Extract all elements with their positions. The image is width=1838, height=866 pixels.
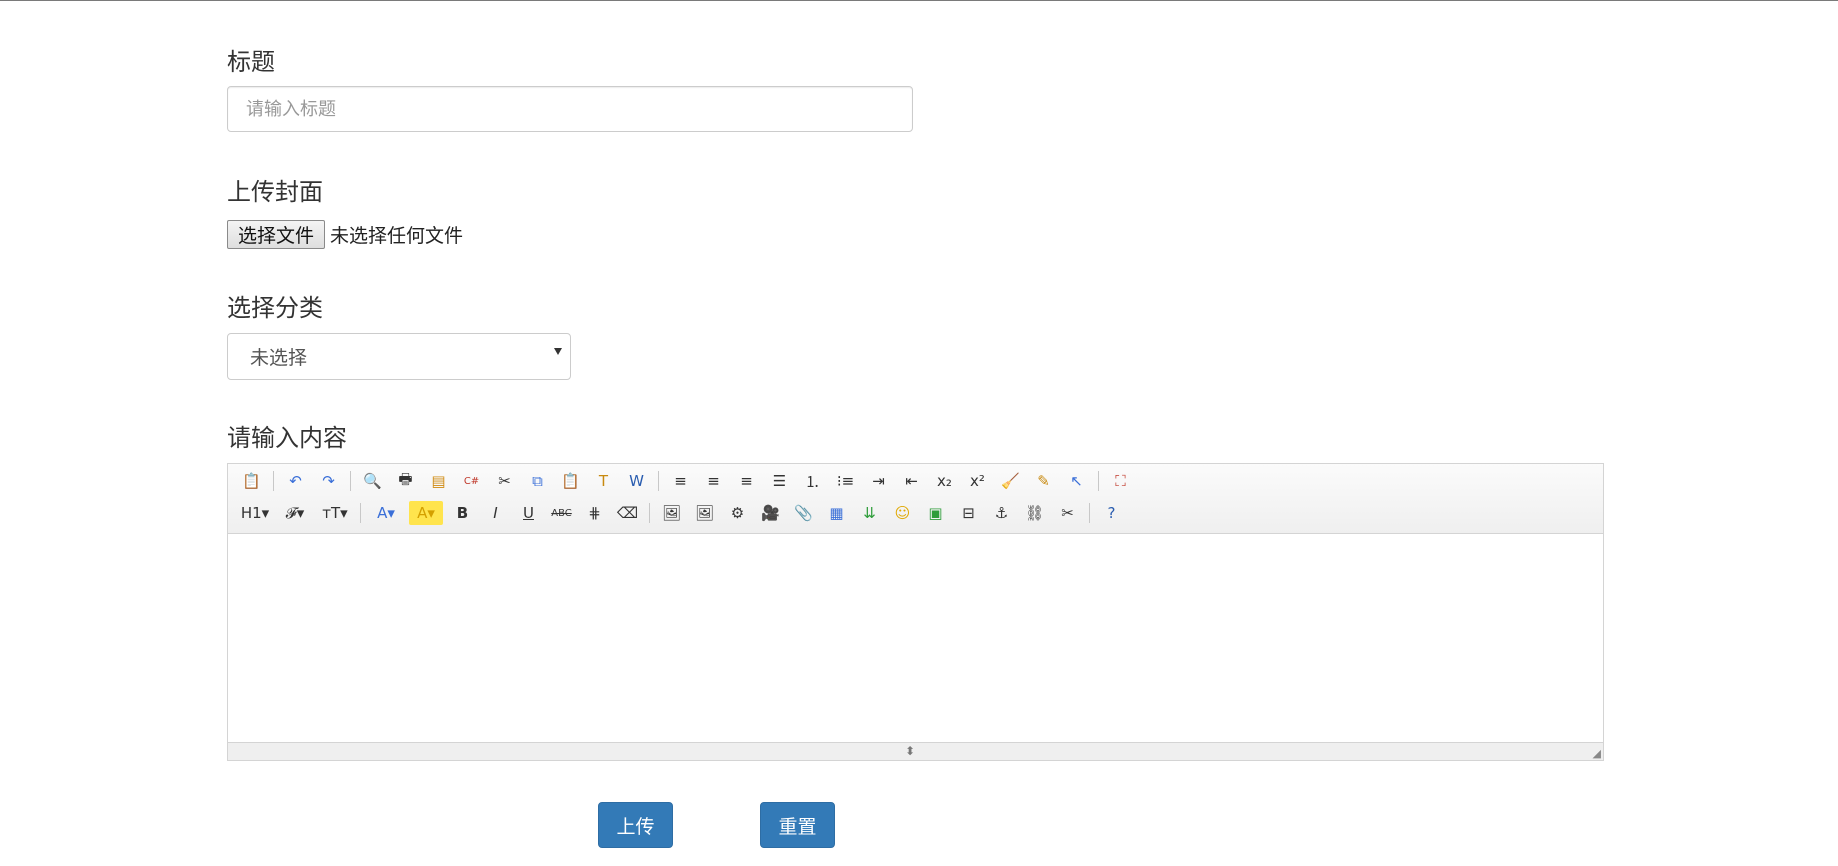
toolbar-row-2: H1▾ 𝓕▾ тT▾ A▾ A▾ B I U ABC ⋕ ⌫ 🖼 🖼 ⚙ 🎥 📎 ▦ ⇊ ☺ ▣ ⊟ ⚓ ⛓ ✂? <box>238 500 1131 526</box>
editor-toolbar: 📋 ↶ ↷ 🔍 🖶 ▤ C# ✂ ⧉ 📋 T W ≡ ≡ ≡ ☰ ⒈ ⁝≡ ⇥ ⇤ x₂ x² 🧹 ✎ ↖ ⛶ H1▾ 𝓕▾ тT▾ A… <box>228 464 1603 534</box>
eraser-icon[interactable]: ⌫ <box>614 501 641 525</box>
source-icon[interactable]: 📋 <box>238 469 265 493</box>
bold-icon[interactable]: B <box>449 501 476 525</box>
title-input[interactable] <box>227 86 913 132</box>
multi-image-icon[interactable]: 🖼 <box>691 501 718 525</box>
font-size-dropdown[interactable]: тT▾ <box>318 501 352 525</box>
top-border <box>0 0 1838 1</box>
align-center-icon[interactable]: ≡ <box>700 469 727 493</box>
video-icon[interactable]: 🎥 <box>757 501 784 525</box>
file-status: 未选择任何文件 <box>330 224 464 247</box>
flash-icon[interactable]: ⚙ <box>724 501 751 525</box>
chevron-down-icon <box>554 348 562 355</box>
insert-image-icon[interactable]: 🖼 <box>658 501 685 525</box>
print-icon[interactable]: 🖶 <box>392 469 419 493</box>
heading-dropdown[interactable]: H1▾ <box>238 501 272 525</box>
link-icon[interactable]: ⛓ <box>1021 501 1048 525</box>
copy-icon[interactable]: ⧉ <box>524 469 551 493</box>
cover-label: 上传封面 <box>227 178 323 206</box>
editor-content-area[interactable] <box>228 533 1603 743</box>
toolbar-separator <box>350 471 351 491</box>
code-icon[interactable]: C# <box>458 469 485 493</box>
strikethrough-icon[interactable]: ABC <box>548 501 575 525</box>
preview-icon[interactable]: 🔍 <box>359 469 386 493</box>
highlight-color-dropdown[interactable]: A▾ <box>409 501 443 525</box>
paste-word-icon[interactable]: W <box>623 469 650 493</box>
subscript-icon[interactable]: x₂ <box>931 469 958 493</box>
template-icon[interactable]: ▤ <box>425 469 452 493</box>
help-icon[interactable]: ? <box>1098 501 1125 525</box>
italic-icon[interactable]: I <box>482 501 509 525</box>
category-selected-value: 未选择 <box>250 347 308 369</box>
outdent-icon[interactable]: ⇤ <box>898 469 925 493</box>
toolbar-separator <box>273 471 274 491</box>
indent-icon[interactable]: ⇥ <box>865 469 892 493</box>
align-left-icon[interactable]: ≡ <box>667 469 694 493</box>
anchor-icon[interactable]: ⚓ <box>988 501 1015 525</box>
align-justify-icon[interactable]: ☰ <box>766 469 793 493</box>
toolbar-separator <box>1089 503 1090 523</box>
unlink-icon[interactable]: ✂ <box>1054 501 1081 525</box>
upload-button[interactable]: 上传 <box>598 802 673 848</box>
rich-text-editor: 📋 ↶ ↷ 🔍 🖶 ▤ C# ✂ ⧉ 📋 T W ≡ ≡ ≡ ☰ ⒈ ⁝≡ ⇥ ⇤ x₂ x² 🧹 ✎ ↖ ⛶ H1▾ 𝓕▾ тT▾ A… <box>227 463 1604 761</box>
corner-grip-icon[interactable]: ◢ <box>1593 748 1601 759</box>
fullscreen-icon[interactable]: ⛶ <box>1107 469 1134 493</box>
toolbar-row-1: 📋 ↶ ↷ 🔍 🖶 ▤ C# ✂ ⧉ 📋 T W ≡ ≡ ≡ ☰ ⒈ ⁝≡ ⇥ ⇤ x₂ x² 🧹 ✎ ↖ ⛶ <box>238 468 1140 494</box>
editor-statusbar: ⬍ ◢ <box>228 742 1603 760</box>
paste-icon[interactable]: 📋 <box>557 469 584 493</box>
superscript-icon[interactable]: x² <box>964 469 991 493</box>
font-color-dropdown[interactable]: A▾ <box>369 501 403 525</box>
cut-icon[interactable]: ✂ <box>491 469 518 493</box>
content-label: 请输入内容 <box>227 424 347 452</box>
table-icon[interactable]: ▦ <box>823 501 850 525</box>
toolbar-separator <box>649 503 650 523</box>
redo-icon[interactable]: ↷ <box>315 469 342 493</box>
toolbar-separator <box>1098 471 1099 491</box>
font-family-dropdown[interactable]: 𝓕▾ <box>278 501 312 525</box>
align-right-icon[interactable]: ≡ <box>733 469 760 493</box>
insert-row-icon[interactable]: ⇊ <box>856 501 883 525</box>
unordered-list-icon[interactable]: ⁝≡ <box>832 469 859 493</box>
toolbar-separator <box>360 503 361 523</box>
clear-format-icon[interactable]: 🧹 <box>997 469 1024 493</box>
category-select[interactable]: 未选择 <box>227 333 571 380</box>
category-label: 选择分类 <box>227 294 323 322</box>
title-label: 标题 <box>227 48 275 76</box>
reset-button[interactable]: 重置 <box>760 802 835 848</box>
file-upload: 选择文件 未选择任何文件 <box>227 219 464 249</box>
attachment-icon[interactable]: 📎 <box>790 501 817 525</box>
pointer-icon[interactable]: ↖ <box>1063 469 1090 493</box>
paste-plain-icon[interactable]: T <box>590 469 617 493</box>
choose-file-button[interactable]: 选择文件 <box>227 219 326 249</box>
pagebreak-icon[interactable]: ⊟ <box>955 501 982 525</box>
underline-icon[interactable]: U <box>515 501 542 525</box>
select-all-icon[interactable]: ✎ <box>1030 469 1057 493</box>
emoji-icon[interactable]: ☺ <box>889 501 916 525</box>
undo-icon[interactable]: ↶ <box>282 469 309 493</box>
toolbar-separator <box>658 471 659 491</box>
map-icon[interactable]: ▣ <box>922 501 949 525</box>
resize-handle-icon[interactable]: ⬍ <box>905 745 915 757</box>
line-height-icon[interactable]: ⋕ <box>581 501 608 525</box>
ordered-list-icon[interactable]: ⒈ <box>799 469 826 493</box>
